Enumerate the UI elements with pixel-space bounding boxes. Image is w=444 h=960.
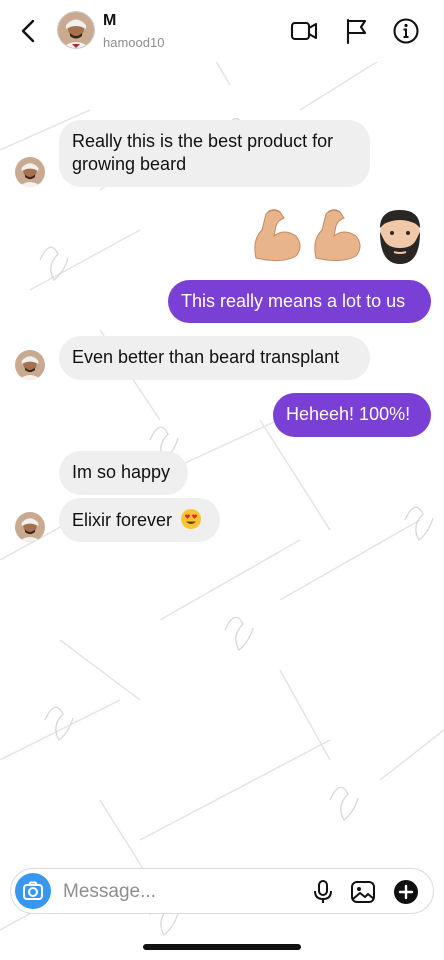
avatar[interactable] [15, 350, 45, 380]
message-bubble-incoming[interactable]: Really this is the best product for grow… [59, 120, 370, 187]
contact-username[interactable]: hamood10 [103, 35, 164, 50]
flexed-biceps-icon [254, 209, 301, 262]
message-text: Elixir forever [72, 510, 173, 530]
home-indicator[interactable] [143, 944, 301, 950]
message-bubble-outgoing[interactable]: Heheeh! 100%! [273, 393, 431, 437]
message-bubble-incoming[interactable]: Elixir forever [59, 498, 220, 542]
message-bubble-incoming[interactable]: Even better than beard transplant [59, 336, 370, 380]
message-text: growing beard [72, 154, 187, 174]
info-icon[interactable] [391, 16, 421, 46]
gallery-icon[interactable] [349, 878, 377, 906]
bearded-man-icon [380, 210, 420, 264]
back-arrow-icon[interactable] [14, 14, 44, 48]
contact-name[interactable]: M [103, 12, 116, 30]
flag-icon[interactable] [342, 16, 372, 46]
message-text: Im so happy [72, 462, 171, 482]
message-bubble-outgoing[interactable]: This really means a lot to us [168, 280, 431, 323]
flexed-biceps-icon [314, 209, 361, 262]
message-composer [10, 868, 434, 914]
message-text: This really means a lot to us [181, 291, 406, 311]
message-text: Really this is the best product for [72, 131, 334, 151]
chat-header: M hamood10 [0, 0, 444, 62]
avatar[interactable] [15, 157, 45, 187]
emoji-message[interactable] [250, 206, 430, 266]
message-input[interactable] [61, 877, 295, 907]
avatar[interactable] [15, 512, 45, 542]
message-text: Heheeh! 100%! [286, 404, 411, 424]
avatar[interactable] [57, 11, 95, 49]
camera-icon [23, 881, 43, 900]
microphone-icon[interactable] [309, 878, 337, 906]
camera-button[interactable] [15, 873, 51, 909]
message-bubble-incoming[interactable]: Im so happy [59, 451, 188, 495]
message-text: Even better than beard transplant [72, 347, 340, 367]
plus-icon[interactable] [392, 878, 420, 906]
heart-eyes-emoji-icon [181, 509, 202, 529]
video-call-icon[interactable] [289, 16, 319, 46]
